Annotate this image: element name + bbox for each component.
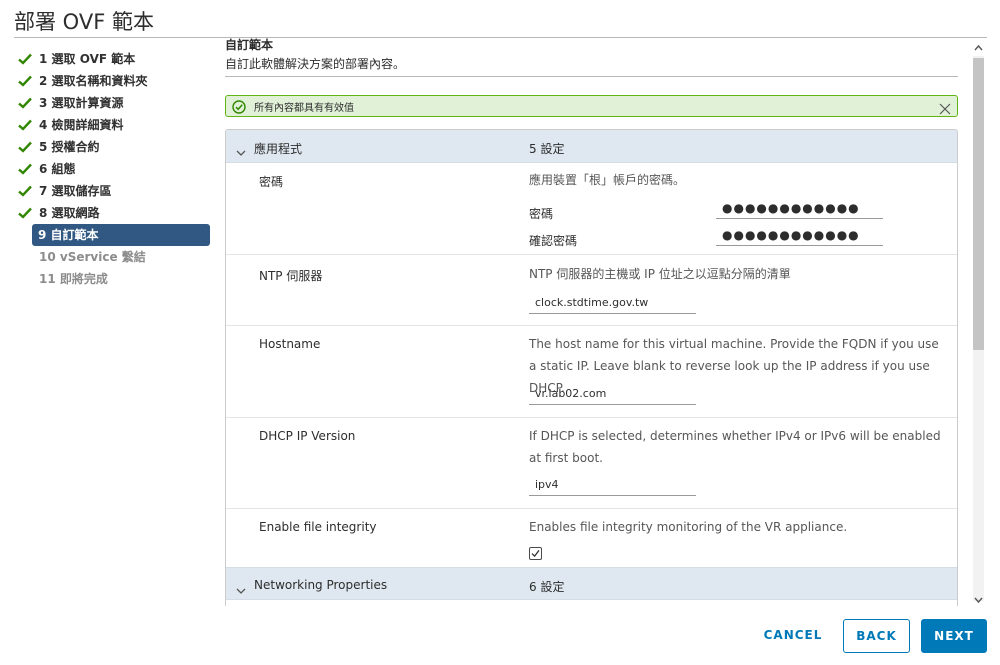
- dhcp-ip-version-input[interactable]: ipv4: [529, 474, 696, 496]
- step-label: 8 選取網路: [39, 206, 100, 220]
- checkmark-icon: [17, 158, 33, 180]
- section-description: 自訂此軟體解決方案的部署內容。: [225, 57, 406, 71]
- password-label: 密碼: [529, 207, 554, 221]
- step-label: 6 組態: [39, 162, 76, 176]
- password-field[interactable]: ●●●●●●●●●●●●: [716, 197, 883, 219]
- step-8[interactable]: 8 選取網路: [14, 202, 210, 224]
- checkmark-icon: [531, 550, 540, 558]
- confirm-password-field[interactable]: ●●●●●●●●●●●●: [716, 224, 883, 246]
- wizard-steps: 1 選取 OVF 範本 2 選取名稱和資料夾 3 選取計算資源 4 檢閱詳細資料…: [14, 48, 210, 290]
- property-label: Enable file integrity: [259, 520, 377, 534]
- checkmark-icon: [17, 180, 33, 202]
- group-count: 5 設定: [529, 142, 565, 156]
- property-label: 密碼: [259, 175, 284, 189]
- success-alert: 所有內容都具有有效值: [225, 95, 958, 117]
- step-label: 3 選取計算資源: [39, 96, 124, 110]
- step-label: 1 選取 OVF 範本: [39, 52, 136, 66]
- step-label: 5 授權合約: [39, 140, 100, 154]
- file-integrity-checkbox[interactable]: [529, 547, 542, 560]
- step-label: 7 選取儲存區: [39, 184, 112, 198]
- property-password: 密碼 應用裝置「根」帳戶的密碼。 密碼 ●●●●●●●●●●●● 確認密碼 ●●…: [226, 164, 957, 255]
- step-1[interactable]: 1 選取 OVF 範本: [14, 48, 210, 70]
- step-7[interactable]: 7 選取儲存區: [14, 180, 210, 202]
- step-9-active[interactable]: 9 自訂範本: [32, 224, 210, 246]
- property-file-integrity: Enable file integrity Enables file integ…: [226, 510, 957, 567]
- group-header-application[interactable]: 應用程式 5 設定: [226, 130, 957, 163]
- step-10: 10 vService 繫結: [39, 250, 146, 264]
- checkmark-icon: [17, 48, 33, 70]
- checkmark-icon: [17, 202, 33, 224]
- step-3[interactable]: 3 選取計算資源: [14, 92, 210, 114]
- chevron-down-icon: [236, 580, 246, 594]
- success-circle-icon: [232, 99, 246, 114]
- group-count: 6 設定: [529, 580, 565, 594]
- scroll-down-icon[interactable]: [970, 592, 987, 606]
- step-label: 2 選取名稱和資料夾: [39, 74, 148, 88]
- step-11: 11 即將完成: [39, 272, 108, 286]
- main-content: 自訂範本 自訂此軟體解決方案的部署內容。 所有內容都具有有效值 應用程式 5 設…: [225, 36, 958, 606]
- property-dhcp-ip-version: DHCP IP Version If DHCP is selected, det…: [226, 419, 957, 509]
- section-title: 自訂範本: [225, 38, 274, 52]
- step-2[interactable]: 2 選取名稱和資料夾: [14, 70, 210, 92]
- group-header-networking[interactable]: Networking Properties 6 設定: [226, 567, 957, 600]
- hostname-input[interactable]: vr.lab02.com: [529, 383, 696, 405]
- property-description: NTP 伺服器的主機或 IP 位址之以逗點分隔的清單: [529, 267, 791, 281]
- checkmark-icon: [17, 114, 33, 136]
- back-button[interactable]: BACK: [843, 619, 910, 653]
- property-description: 應用裝置「根」帳戶的密碼。: [529, 173, 686, 187]
- confirm-password-label: 確認密碼: [529, 234, 578, 248]
- alert-message: 所有內容都具有有效值: [254, 103, 354, 114]
- properties-panel: 應用程式 5 設定 密碼 應用裝置「根」帳戶的密碼。 密碼 ●●●●●●●●●●…: [225, 129, 958, 606]
- chevron-down-icon: [236, 142, 246, 156]
- checkmark-icon: [17, 92, 33, 114]
- step-5[interactable]: 5 授權合約: [14, 136, 210, 158]
- ntp-server-input[interactable]: clock.stdtime.gov.tw: [529, 292, 696, 314]
- step-4[interactable]: 4 檢閱詳細資料: [14, 114, 210, 136]
- checkmark-icon: [17, 136, 33, 158]
- section-divider: [225, 76, 958, 77]
- cancel-button[interactable]: CANCEL: [753, 619, 833, 653]
- group-name: 應用程式: [254, 142, 303, 156]
- step-6[interactable]: 6 組態: [14, 158, 210, 180]
- scroll-up-icon[interactable]: [970, 40, 987, 54]
- group-name: Networking Properties: [254, 578, 388, 592]
- property-label: NTP 伺服器: [259, 269, 323, 283]
- scroll-thumb[interactable]: [973, 58, 984, 350]
- property-description: If DHCP is selected, determines whether …: [529, 429, 941, 465]
- property-label: DHCP IP Version: [259, 429, 356, 443]
- close-icon[interactable]: [939, 100, 951, 115]
- next-button[interactable]: NEXT: [921, 619, 987, 653]
- property-ntp: NTP 伺服器 NTP 伺服器的主機或 IP 位址之以逗點分隔的清單 clock…: [226, 256, 957, 326]
- property-description: Enables file integrity monitoring of the…: [529, 520, 848, 534]
- property-hostname: Hostname The host name for this virtual …: [226, 327, 957, 418]
- scrollbar[interactable]: [970, 36, 987, 606]
- property-label: Hostname: [259, 337, 321, 351]
- step-label: 4 檢閱詳細資料: [39, 118, 124, 132]
- window-title: 部署 OVF 範本: [14, 10, 154, 34]
- checkmark-icon: [17, 70, 33, 92]
